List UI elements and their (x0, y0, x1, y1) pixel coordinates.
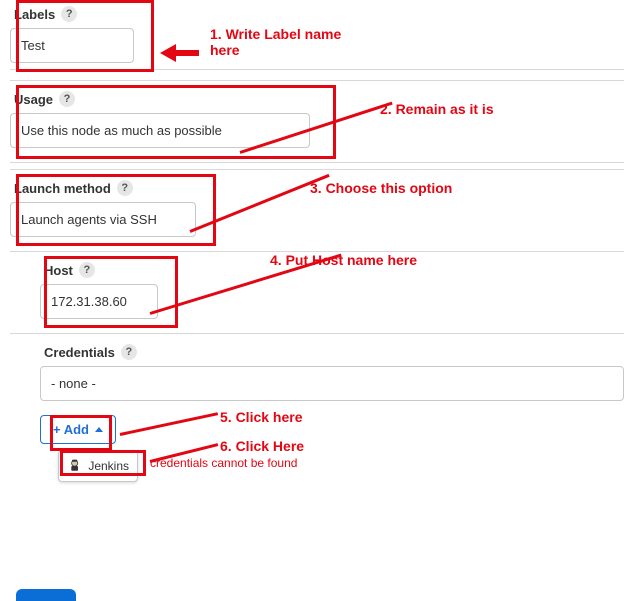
launch-method-select[interactable] (10, 202, 196, 237)
help-icon[interactable]: ? (79, 262, 95, 278)
host-field-label: Host (44, 263, 73, 278)
arrow-icon (160, 44, 176, 62)
submit-button-partial[interactable] (16, 589, 76, 601)
menu-item-jenkins[interactable]: Jenkins (65, 455, 131, 477)
launch-field-label: Launch method (14, 181, 111, 196)
credentials-error-text: credentials cannot be found (150, 456, 297, 470)
credentials-field-label: Credentials (44, 345, 115, 360)
credentials-select[interactable] (40, 366, 624, 401)
help-icon[interactable]: ? (61, 6, 77, 22)
add-button-label: + Add (53, 422, 89, 437)
annotation-text: 2. Remain as it is (380, 101, 494, 117)
host-input[interactable] (40, 284, 158, 319)
help-icon[interactable]: ? (121, 344, 137, 360)
help-icon[interactable]: ? (59, 91, 75, 107)
help-icon[interactable]: ? (117, 180, 133, 196)
menu-item-label: Jenkins (88, 459, 129, 473)
labels-input[interactable] (10, 28, 134, 63)
credentials-dropdown-menu: Jenkins (58, 450, 138, 482)
jenkins-icon (67, 458, 82, 474)
labels-field-label: Labels (14, 7, 55, 22)
caret-up-icon (95, 427, 103, 432)
add-credentials-button[interactable]: + Add (40, 415, 116, 444)
usage-field-label: Usage (14, 92, 53, 107)
annotation-text: 3. Choose this option (310, 180, 452, 196)
annotation-text: 1. Write Label name here (210, 26, 350, 58)
